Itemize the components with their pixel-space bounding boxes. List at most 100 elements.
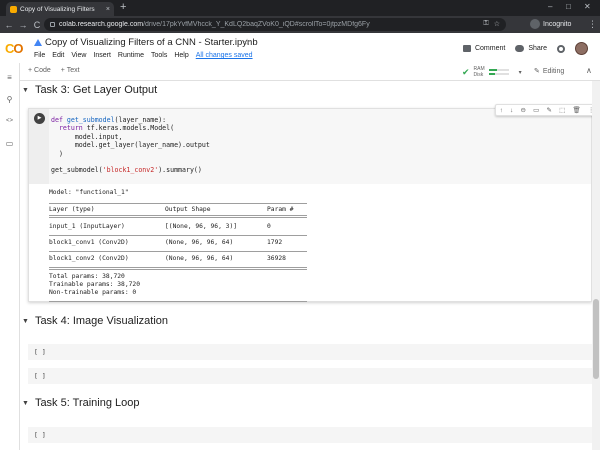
browser-menu-icon[interactable]: ⋮: [588, 19, 597, 30]
forward-icon[interactable]: →: [16, 20, 30, 30]
table-cell: 36928: [267, 255, 286, 262]
edit-cell-icon[interactable]: ✎: [546, 106, 551, 114]
star-icon[interactable]: ☆: [243, 37, 251, 48]
incognito-badge[interactable]: Incognito: [530, 19, 571, 29]
share-label: Share: [528, 45, 547, 52]
delete-cell-icon[interactable]: 🗑: [572, 106, 580, 114]
table-cell: [(None, 96, 96, 3)]: [165, 223, 238, 230]
minimize-icon[interactable]: –: [548, 2, 552, 11]
bookmark-star-icon[interactable]: ☆: [494, 20, 500, 28]
collapse-triangle-icon[interactable]: ▼: [22, 318, 29, 325]
notebook-toolbar: + Code + Text ✔ RAM Disk ▾ ✎ Editing ∧: [0, 63, 600, 81]
collapse-triangle-icon[interactable]: ▼: [22, 400, 29, 407]
incognito-icon: [530, 19, 540, 29]
connect-dropdown-icon[interactable]: ▾: [519, 69, 522, 76]
cell-prompt: [ ]: [34, 348, 46, 356]
run-cell-button[interactable]: ▶: [34, 113, 45, 124]
code-editor[interactable]: ▶ def get_submodel(layer_name): return t…: [29, 109, 591, 184]
key-icon[interactable]: ⚿: [483, 20, 488, 28]
cell-prompt: [ ]: [34, 372, 46, 380]
share-button[interactable]: Share: [515, 45, 547, 52]
tab-close-icon[interactable]: ×: [106, 6, 110, 13]
omnibox-icons: ⚿ ☆: [483, 20, 500, 28]
empty-code-cell[interactable]: [ ]: [28, 344, 592, 360]
browser-tab[interactable]: Copy of Visualizing Filters ×: [6, 2, 114, 16]
menu-view[interactable]: View: [71, 52, 86, 59]
maximize-icon[interactable]: □: [566, 2, 571, 11]
comment-button[interactable]: Comment: [462, 45, 506, 52]
section-heading: Task 5: Training Loop: [34, 397, 140, 409]
empty-code-cell[interactable]: [ ]: [28, 368, 592, 384]
cell-prompt: [ ]: [34, 431, 46, 439]
mirror-cell-icon[interactable]: ⬚: [559, 106, 565, 114]
notebook-title[interactable]: Copy of Visualizing Filters of a CNN - S…: [45, 37, 258, 48]
collapse-triangle-icon[interactable]: ▼: [22, 87, 29, 94]
save-status-link[interactable]: All changes saved: [196, 52, 253, 59]
table-row: input_1 (InputLayer): [49, 223, 125, 230]
collapse-header-icon[interactable]: ∧: [586, 66, 592, 75]
share-people-icon: [515, 45, 525, 52]
notebook-main: ▼ Task 3: Get Layer Output ▶ def get_sub…: [20, 81, 592, 450]
ram-bar: [488, 69, 509, 71]
tab-title: Copy of Visualizing Filters: [20, 5, 95, 13]
header-params: Param #: [267, 206, 294, 213]
trainable-params: Trainable params: 38,720: [49, 281, 140, 288]
avatar[interactable]: [575, 42, 588, 55]
menu-runtime[interactable]: Runtime: [118, 52, 144, 59]
section-task5[interactable]: ▼ Task 5: Training Loop: [20, 397, 592, 409]
table-rule: [49, 215, 307, 218]
menu-file[interactable]: File: [34, 52, 45, 59]
address-bar[interactable]: colab.research.google.com/drive/17pkYvfM…: [44, 18, 506, 31]
search-icon[interactable]: ⚲: [5, 95, 14, 104]
section-heading: Task 3: Get Layer Output: [34, 84, 158, 96]
move-up-icon[interactable]: ↑: [500, 107, 503, 114]
reload-icon[interactable]: C: [30, 20, 44, 30]
non-trainable-params: Non-trainable params: 0: [49, 289, 137, 296]
left-sidebar: ≡ ⚲ <> ▭: [0, 63, 20, 450]
disk-bar: [488, 73, 509, 75]
url-text: colab.research.google.com/drive/17pkYvfM…: [59, 21, 370, 28]
resources-indicator[interactable]: ✔ RAM Disk ▾: [462, 66, 522, 78]
table-of-contents-icon[interactable]: ≡: [5, 73, 14, 82]
table-row: block1_conv1 (Conv2D): [49, 239, 129, 246]
section-task3[interactable]: ▼ Task 3: Get Layer Output: [20, 84, 592, 96]
code-cell[interactable]: ▶ def get_submodel(layer_name): return t…: [28, 104, 592, 302]
section-task4[interactable]: ▼ Task 4: Image Visualization: [20, 315, 592, 327]
pencil-icon: ✎: [534, 68, 540, 75]
table-cell: (None, 96, 96, 64): [165, 255, 234, 262]
comment-icon: [462, 45, 471, 52]
new-tab-button[interactable]: +: [120, 1, 126, 13]
total-params: Total params: 38,720: [49, 273, 125, 280]
code-text[interactable]: def get_submodel(layer_name): return tf.…: [51, 116, 210, 175]
close-window-icon[interactable]: ✕: [584, 2, 591, 11]
comment-label: Comment: [474, 45, 506, 52]
settings-gear-icon[interactable]: [557, 44, 565, 53]
back-icon[interactable]: ←: [2, 20, 16, 30]
menu-help[interactable]: Help: [174, 52, 188, 59]
table-row: block1_conv2 (Conv2D): [49, 255, 129, 262]
section-heading: Task 4: Image Visualization: [34, 315, 169, 327]
notebook-scrollbar[interactable]: [592, 81, 600, 450]
link-icon[interactable]: ⊖: [520, 106, 525, 114]
code-snippets-icon[interactable]: <>: [5, 117, 14, 126]
menu-edit[interactable]: Edit: [52, 52, 64, 59]
model-name-line: Model: "functional_1": [49, 189, 129, 196]
comment-cell-icon[interactable]: ▭: [533, 106, 539, 114]
menu-insert[interactable]: Insert: [93, 52, 111, 59]
menu-tools[interactable]: Tools: [151, 52, 167, 59]
table-rule: [49, 301, 307, 302]
browser-toolbar: ← → C colab.research.google.com/drive/17…: [0, 16, 600, 33]
add-code-button[interactable]: + Code: [28, 67, 51, 74]
files-icon[interactable]: ▭: [5, 139, 14, 148]
scrollbar-thumb[interactable]: [593, 299, 599, 379]
colab-logo[interactable]: CO: [5, 41, 24, 56]
table-cell: 0: [267, 223, 271, 230]
table-rule: [49, 267, 307, 270]
table-cell: 1792: [267, 239, 283, 246]
move-down-icon[interactable]: ↓: [510, 107, 513, 114]
add-text-button[interactable]: + Text: [61, 67, 80, 74]
empty-code-cell[interactable]: [ ]: [28, 427, 592, 443]
colab-header: CO Copy of Visualizing Filters of a CNN …: [0, 33, 600, 63]
ram-disk-bars: [488, 69, 509, 75]
editing-mode-button[interactable]: ✎ Editing: [534, 67, 564, 76]
